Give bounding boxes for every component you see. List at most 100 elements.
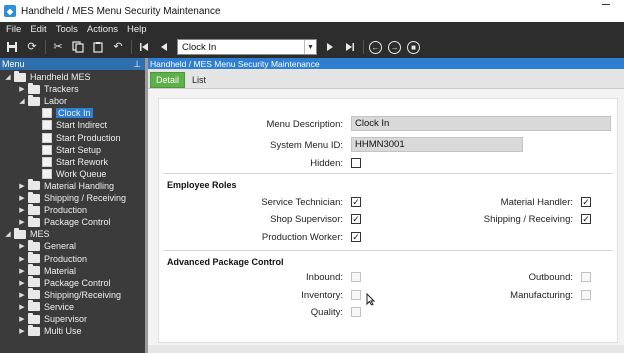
expand-icon[interactable]: ▶	[18, 303, 26, 311]
menu-bar: File Edit Tools Actions Help	[0, 22, 624, 36]
menu-tree-label: Production	[44, 205, 88, 216]
menu-description-field[interactable]: Clock In	[351, 116, 611, 131]
expand-icon[interactable]: ▶	[18, 279, 26, 287]
shipping-receiving-checkbox[interactable]: ✓	[581, 214, 591, 224]
folder-icon	[14, 70, 26, 82]
menu-tree-item[interactable]: Start Indirect	[32, 119, 107, 131]
expand-icon[interactable]: ▶	[18, 327, 26, 335]
expand-icon[interactable]: ▶	[18, 255, 26, 263]
outbound-label: Outbound:	[528, 272, 573, 283]
menu-tree-folder[interactable]: ▶ Production	[18, 203, 88, 216]
menu-tree-folder[interactable]: ▶ Shipping/Receiving	[18, 288, 122, 301]
menu-tree-folder[interactable]: ▶ Service	[18, 300, 75, 313]
paste-icon[interactable]	[91, 40, 105, 54]
menu-actions[interactable]: Actions	[87, 24, 118, 35]
previous-record-icon[interactable]	[157, 40, 171, 54]
manufacturing-checkbox[interactable]	[581, 290, 591, 300]
folder-icon	[28, 324, 40, 336]
menu-tree-folder[interactable]: ▶ Shipping / Receiving	[18, 191, 127, 204]
menu-tree-item[interactable]: Start Production	[32, 132, 121, 144]
menu-tree-folder[interactable]: ◢ Labor	[18, 94, 67, 107]
first-record-icon[interactable]	[137, 40, 151, 54]
home-icon[interactable]: ■	[407, 40, 420, 54]
hidden-checkbox[interactable]	[351, 158, 361, 168]
quality-checkbox[interactable]	[351, 307, 361, 317]
menu-tree-label: Start Indirect	[56, 120, 108, 131]
section-divider	[163, 173, 613, 174]
production-worker-checkbox[interactable]: ✓	[351, 232, 361, 242]
inventory-checkbox[interactable]	[351, 290, 361, 300]
menu-help[interactable]: Help	[127, 24, 147, 35]
cut-icon[interactable]: ✂	[51, 40, 65, 54]
menu-tree-label: Material	[44, 265, 77, 276]
menu-tree-label: Supervisor	[44, 314, 88, 324]
menu-tree-folder[interactable]: ▶ General	[18, 239, 76, 252]
menu-tree-folder[interactable]: ▶ Package Control	[18, 276, 111, 289]
inbound-checkbox[interactable]	[351, 272, 361, 282]
page-icon	[42, 108, 52, 119]
expand-icon[interactable]: ▶	[18, 267, 26, 275]
menu-tree-item[interactable]: Start Rework	[32, 156, 108, 168]
menu-tree-folder[interactable]: ▶ Material Handling	[18, 179, 114, 192]
expand-icon[interactable]: ▶	[18, 206, 26, 214]
undo-icon[interactable]: ↶	[111, 40, 125, 54]
menu-tree-label: Shipping / Receiving	[44, 193, 127, 203]
expand-icon[interactable]: ▶	[18, 85, 26, 93]
expand-icon[interactable]: ▶	[18, 182, 26, 190]
service-technician-checkbox[interactable]: ✓	[351, 197, 361, 207]
shop-supervisor-checkbox[interactable]: ✓	[351, 214, 361, 224]
chevron-down-icon[interactable]: ▼	[304, 40, 316, 54]
menu-tree-folder[interactable]: ▶ Multi Use	[18, 324, 82, 337]
menu-edit[interactable]: Edit	[30, 24, 46, 35]
inbound-label: Inbound:	[306, 272, 343, 283]
menu-tree-folder[interactable]: ▶ Supervisor	[18, 312, 88, 325]
record-navigator[interactable]: Clock In ▼	[177, 39, 317, 55]
menu-tree-folder[interactable]: ◢ MES	[4, 227, 50, 240]
outbound-checkbox[interactable]	[581, 272, 591, 282]
pin-icon[interactable]: ⊥	[133, 59, 141, 70]
menu-tree-item[interactable]: Work Queue	[32, 168, 106, 180]
copy-icon[interactable]	[71, 40, 85, 54]
shop-supervisor-label: Shop Supervisor:	[270, 214, 343, 225]
folder-icon	[28, 191, 40, 203]
collapse-icon[interactable]: ◢	[4, 230, 12, 238]
quality-label: Quality:	[310, 307, 343, 318]
menu-file[interactable]: File	[6, 24, 21, 35]
menu-tree-folder[interactable]: ▶ Package Control	[18, 215, 111, 228]
folder-icon	[28, 179, 40, 191]
mouse-cursor-icon	[366, 292, 376, 309]
tab-detail[interactable]: Detail	[150, 72, 186, 88]
menu-tree-label: Service	[44, 301, 75, 312]
back-icon[interactable]: ←	[369, 40, 382, 54]
save-icon[interactable]	[5, 40, 19, 54]
system-menu-id-field[interactable]: HHMN3001	[351, 137, 523, 152]
menu-tree-folder[interactable]: ▶ Production	[18, 252, 87, 265]
menu-description-label: Menu Description:	[266, 119, 343, 130]
minimize-button[interactable]	[602, 4, 610, 5]
menu-tree-folder[interactable]: ▶ Material	[18, 264, 77, 277]
collapse-icon[interactable]: ◢	[4, 73, 12, 81]
next-record-icon[interactable]	[323, 40, 337, 54]
expand-icon[interactable]: ▶	[18, 291, 26, 299]
last-record-icon[interactable]	[343, 40, 357, 54]
menu-tree-item[interactable]: Start Setup	[32, 144, 101, 156]
menu-tools[interactable]: Tools	[56, 24, 78, 35]
toolbar-separator	[45, 40, 46, 54]
menu-tree-label: Shipping/Receiving	[44, 289, 122, 300]
menu-tree-item[interactable]: Clock In	[32, 107, 93, 119]
expand-icon[interactable]: ▶	[18, 194, 26, 202]
forward-icon[interactable]: →	[388, 40, 401, 54]
production-worker-label: Production Worker:	[261, 232, 343, 243]
folder-icon	[28, 203, 40, 215]
material-handler-checkbox[interactable]: ✓	[581, 197, 591, 207]
refresh-icon[interactable]: ⟳	[25, 40, 39, 54]
expand-icon[interactable]: ▶	[18, 218, 26, 226]
expand-icon[interactable]: ▶	[18, 315, 26, 323]
tab-list[interactable]: List	[187, 72, 211, 88]
menu-tree-folder[interactable]: ◢ Handheld MES	[4, 70, 91, 83]
expand-icon[interactable]: ▶	[18, 242, 26, 250]
collapse-icon[interactable]: ◢	[18, 97, 26, 105]
menu-tree-label: Start Production	[56, 132, 121, 143]
folder-icon	[28, 264, 40, 276]
menu-tree-folder[interactable]: ▶ Trackers	[18, 82, 79, 95]
